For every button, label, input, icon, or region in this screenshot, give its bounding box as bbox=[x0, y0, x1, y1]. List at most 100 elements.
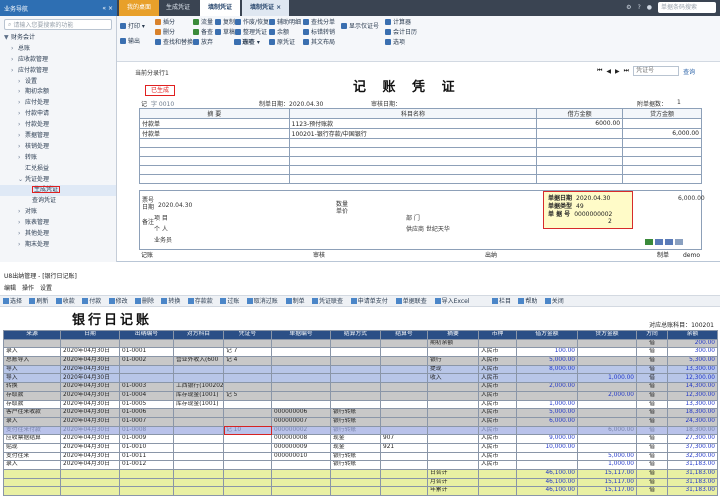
sidebar-item[interactable]: › 付款申请 bbox=[0, 109, 116, 120]
column-header[interactable]: 余额 bbox=[667, 330, 718, 340]
voucher-cell-summary[interactable] bbox=[139, 165, 290, 175]
sidebar-item[interactable]: › 账表管理 bbox=[0, 218, 116, 229]
sidebar-item[interactable]: › 期末处理 bbox=[0, 240, 116, 251]
table-row[interactable]: 日合计 46,100.00 15,117.00 借 31,183.00 bbox=[3, 469, 718, 479]
sidebar-item[interactable]: › 票据管理 bbox=[0, 131, 116, 142]
voucher-cell-debit[interactable]: 6000.00 bbox=[536, 118, 624, 129]
toolbar-button[interactable]: 凭证联查 bbox=[312, 297, 343, 306]
sidebar-item[interactable]: › 其他处理 bbox=[0, 229, 116, 240]
column-header[interactable]: 币种 bbox=[478, 330, 517, 340]
list-icon[interactable] bbox=[675, 239, 683, 245]
column-header[interactable]: 方向 bbox=[636, 330, 668, 340]
sidebar-item[interactable]: › 付款处理 bbox=[0, 120, 116, 131]
first-record-button[interactable]: ⏮ bbox=[597, 67, 602, 75]
make-date[interactable]: 制单日期：2020.04.30 bbox=[259, 99, 323, 108]
voucher-type[interactable]: 记 bbox=[141, 99, 147, 108]
sidebar-item[interactable]: 生成凭证 bbox=[0, 185, 116, 197]
menu-item[interactable]: 设置 bbox=[40, 283, 52, 292]
table-row[interactable]: 月合计 46,100.00 15,117.00 借 31,183.00 bbox=[3, 477, 718, 488]
toolbar-button[interactable]: 作废/恢复 bbox=[235, 18, 269, 27]
voucher-cell-account[interactable] bbox=[288, 138, 538, 148]
table-row[interactable]: 导入 2020年04月30日 提现 人民币 8,000.00 借 13,300.00 bbox=[3, 364, 718, 375]
table-row[interactable]: 支付往来付款 2020年04月30日 01-0008 记 10 000000002 银行转… bbox=[3, 425, 718, 436]
toolbar-button[interactable]: 删除 bbox=[135, 297, 154, 306]
voucher-cell-summary[interactable]: 付款单 bbox=[139, 128, 290, 139]
sidebar-search-input[interactable]: ⌕ 请输入您要搜索的功能 bbox=[4, 19, 112, 30]
voucher-cell-account[interactable] bbox=[288, 147, 538, 157]
voucher-row[interactable] bbox=[139, 147, 702, 157]
toolbar-button[interactable]: 其文布局 bbox=[303, 38, 335, 47]
toolbar-button[interactable]: 选项 bbox=[385, 38, 405, 47]
toolbar-button[interactable]: 显示仅证号 bbox=[341, 22, 379, 31]
toolbar-button[interactable]: 查找和替换 bbox=[155, 38, 193, 47]
voucher-cell-summary[interactable] bbox=[139, 156, 290, 166]
sidebar-item[interactable]: › 总账 bbox=[0, 44, 116, 55]
voucher-row[interactable]: 付款单 1123-预付账款 6000.00 bbox=[139, 118, 702, 129]
table-row[interactable]: 录入 2020年04月30日 01-0012 银行转账 人民币 1,000.00 借 31,1… bbox=[3, 460, 718, 470]
toolbar-button[interactable]: 备查 bbox=[193, 28, 213, 37]
voucher-no-search[interactable]: 凭证号 bbox=[633, 66, 680, 76]
sidebar-item[interactable]: › 转账 bbox=[0, 153, 116, 164]
voucher-cell-summary[interactable] bbox=[139, 147, 290, 157]
voucher-cell-credit[interactable] bbox=[622, 174, 702, 184]
toolbar-button[interactable]: 删分 bbox=[155, 28, 175, 37]
voucher-cell-summary[interactable]: 付款单 bbox=[139, 118, 290, 129]
voucher-cell-debit[interactable] bbox=[536, 174, 624, 184]
next-record-button[interactable]: ▶ bbox=[615, 68, 620, 75]
voucher-row[interactable]: 付款单 100201-银行存款/中国银行 6,000.00 bbox=[139, 128, 702, 139]
voucher-cell-credit[interactable] bbox=[622, 118, 702, 129]
voucher-cell-account[interactable]: 100201-银行存款/中国银行 bbox=[288, 128, 538, 139]
sidebar-item[interactable]: › 对账 bbox=[0, 207, 116, 218]
column-header[interactable]: 结算方式 bbox=[330, 330, 381, 340]
toolbar-button[interactable]: 栏目 bbox=[492, 297, 511, 306]
toolbar-button[interactable]: 流量 bbox=[193, 18, 213, 27]
toolbar-button[interactable]: 会计日历 bbox=[385, 28, 417, 37]
column-header[interactable]: 结算号 bbox=[380, 330, 428, 340]
toolbar-button[interactable]: 联查 ▾ bbox=[235, 38, 260, 47]
toolbar-button[interactable]: 付款 bbox=[82, 297, 101, 306]
table-row[interactable]: 录入 2020年04月30日 01-0001 记 7 人民币 100.00 借 300.00 bbox=[3, 347, 718, 358]
toolbar-button[interactable]: 选择 bbox=[3, 297, 22, 306]
sidebar-item[interactable]: › 应付处理 bbox=[0, 98, 116, 109]
toolbar-button[interactable]: 草稿 bbox=[215, 28, 235, 37]
menu-item[interactable]: 编辑 bbox=[4, 283, 16, 292]
table-row[interactable]: 支付往来 2020年04月30日 01-0011 000000010 银行转账 人民币 5,… bbox=[3, 451, 718, 462]
toolbar-button[interactable]: 存款款 bbox=[187, 297, 213, 306]
image-icon[interactable] bbox=[645, 239, 653, 245]
column-header[interactable]: 借方金额 bbox=[516, 330, 578, 340]
column-header[interactable]: 出纳编号 bbox=[119, 330, 174, 340]
barcode-search-input[interactable]: 单据条码搜索 bbox=[658, 2, 716, 13]
voucher-cell-debit[interactable] bbox=[536, 128, 624, 139]
voucher-cell-summary[interactable] bbox=[139, 174, 290, 184]
voucher-cell-debit[interactable] bbox=[536, 138, 624, 148]
voucher-cell-credit[interactable] bbox=[622, 156, 702, 166]
toolbar-button[interactable]: 刷新 bbox=[29, 297, 48, 306]
user-icon[interactable]: ● bbox=[647, 4, 652, 11]
column-header[interactable]: 对方科目 bbox=[173, 330, 224, 340]
toolbar-button[interactable]: 打印 ▾ bbox=[120, 22, 145, 31]
table-row[interactable]: 存取款 2020年04月30日 01-0004 库存现金(1001) 记 5 人民币 2,0… bbox=[3, 390, 718, 401]
tab-3[interactable]: 填制凭证 bbox=[200, 0, 241, 16]
column-header[interactable]: 来源 bbox=[3, 330, 61, 340]
table-row[interactable]: 录入 2020年04月30日 01-0007 000000007 银行转账 人民币 6,00… bbox=[3, 416, 718, 427]
toolbar-button[interactable]: 导入Excel bbox=[434, 297, 470, 306]
menu-item[interactable]: 操作 bbox=[22, 283, 34, 292]
voucher-cell-debit[interactable] bbox=[536, 147, 624, 157]
voucher-cell-credit[interactable]: 6,000.00 bbox=[622, 128, 702, 139]
voucher-cell-debit[interactable] bbox=[536, 156, 624, 166]
toolbar-button[interactable]: 转换 bbox=[161, 297, 180, 306]
voucher-cell-account[interactable] bbox=[288, 174, 538, 184]
toolbar-button[interactable]: 计算器 bbox=[385, 18, 411, 27]
voucher-cell-credit[interactable] bbox=[622, 138, 702, 148]
sidebar-item[interactable]: › 核销处理 bbox=[0, 142, 116, 153]
toolbar-button[interactable]: 输出 bbox=[120, 37, 140, 46]
toolbar-button[interactable]: 过账 bbox=[220, 297, 239, 306]
table-row[interactable]: 年累计 46,100.00 15,117.00 借 31,183.00 bbox=[3, 486, 718, 497]
sidebar-collapse-button[interactable]: « × bbox=[102, 5, 113, 12]
table-row[interactable]: 应收票据结算 2020年04月30日 01-0009 000000008 现金 907 人民… bbox=[3, 434, 718, 444]
tab-4[interactable]: 填制凭证 × bbox=[242, 0, 290, 16]
voucher-row[interactable] bbox=[139, 138, 702, 148]
column-header[interactable]: 贷方金额 bbox=[577, 330, 637, 340]
voucher-row[interactable] bbox=[139, 174, 702, 184]
toolbar-button[interactable]: 修改 bbox=[108, 297, 128, 306]
